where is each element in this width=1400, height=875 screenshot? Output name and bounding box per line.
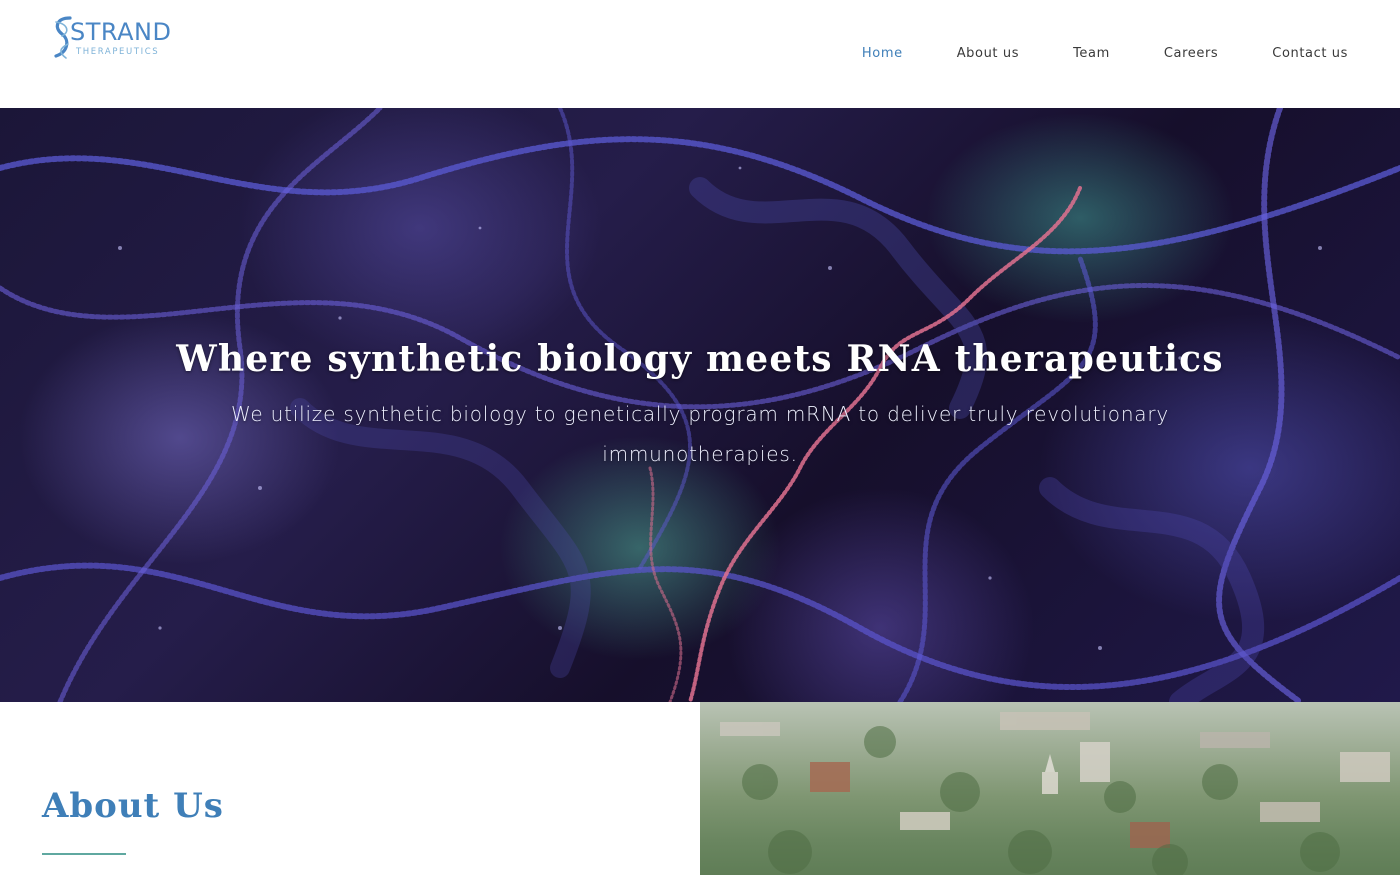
main-nav: Home About us Team Careers Contact us	[808, 46, 1348, 61]
about-section: About Us	[0, 702, 700, 875]
hero-title: Where synthetic biology meets RNA therap…	[176, 338, 1224, 380]
nav-home[interactable]: Home	[862, 46, 903, 61]
nav-careers[interactable]: Careers	[1164, 46, 1218, 61]
nav-about-us[interactable]: About us	[957, 46, 1019, 61]
about-title: About Us	[42, 786, 224, 826]
nav-team[interactable]: Team	[1073, 46, 1110, 61]
site-header: STRAND THERAPEUTICS Home About us Team C…	[0, 0, 1400, 108]
brand-name: STRAND	[70, 18, 172, 46]
hero-subtitle: We utilize synthetic biology to genetica…	[230, 402, 1170, 466]
nav-contact-us[interactable]: Contact us	[1272, 46, 1348, 61]
brand-subtitle: THERAPEUTICS	[76, 47, 160, 57]
city-aerial-image	[700, 702, 1400, 875]
hero-banner: Where synthetic biology meets RNA therap…	[0, 108, 1400, 702]
brand-logo[interactable]: STRAND THERAPEUTICS	[52, 14, 172, 62]
city-illustration	[720, 712, 1390, 875]
about-divider	[42, 853, 126, 855]
